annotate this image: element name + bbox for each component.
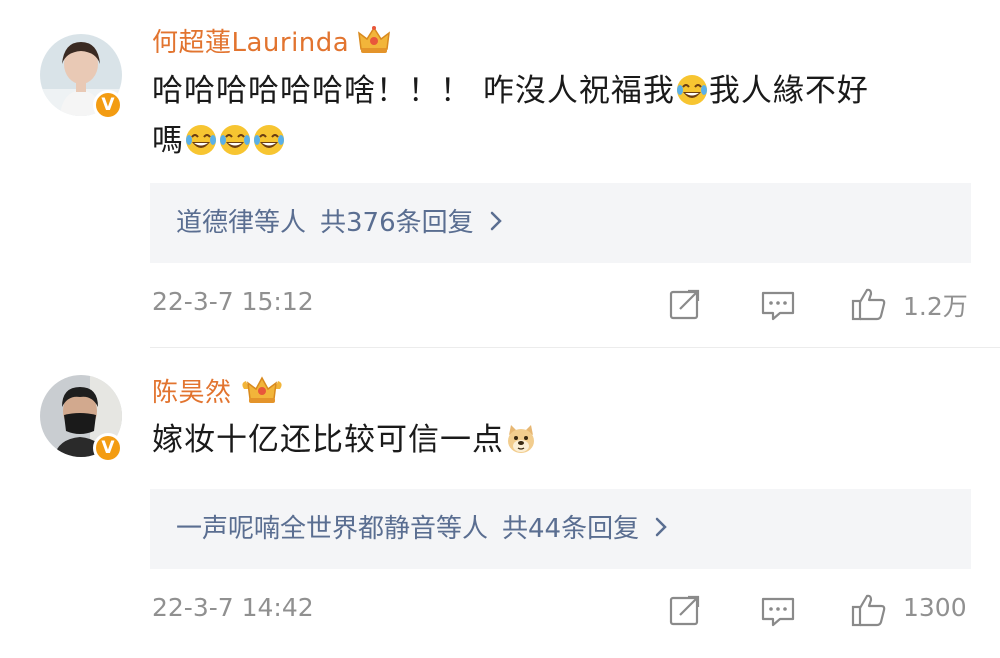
crown-badge-icon xyxy=(357,25,391,55)
divider xyxy=(150,347,1000,348)
laugh-cry-emoji xyxy=(676,71,708,105)
laugh-cry-emoji xyxy=(185,121,217,155)
comment-icon[interactable] xyxy=(760,595,796,633)
reply-count: 共44条回复 xyxy=(502,514,640,544)
reply-names: 一声呢喃全世界都静音等人 xyxy=(176,514,489,544)
like-icon[interactable] xyxy=(850,591,888,633)
replies-preview[interactable]: 一声呢喃全世界都静音等人 共44条回复 xyxy=(150,489,971,569)
comment-text: 嗎 xyxy=(152,123,184,159)
replies-preview[interactable]: 道德律等人 共376条回复 xyxy=(150,183,971,263)
comment-content: 哈哈哈哈哈哈啥！！！ 咋沒人祝福我 我人緣不好嗎 xyxy=(152,66,952,166)
laugh-cry-emoji xyxy=(253,121,285,155)
comment-text: 哈哈哈哈哈哈啥！！！ 咋沒人祝福我 xyxy=(152,73,675,109)
username[interactable]: 何超蓮Laurinda xyxy=(152,22,349,59)
like-count: 1.2万 xyxy=(903,292,968,321)
username[interactable]: 陈昊然 xyxy=(152,372,232,409)
comment-text: 我人緣不好 xyxy=(708,73,869,109)
doge-emoji xyxy=(505,420,537,453)
comment-content: 嫁妆十亿还比较可信一点 xyxy=(152,415,952,465)
share-icon[interactable] xyxy=(668,593,702,631)
reply-count: 共376条回复 xyxy=(320,208,474,238)
laugh-cry-emoji xyxy=(219,121,251,155)
comment-text: 嫁妆十亿还比较可信一点 xyxy=(152,422,504,458)
reply-names: 道德律等人 xyxy=(176,208,307,238)
verified-badge: V xyxy=(93,90,123,120)
crown-badge-icon xyxy=(240,375,284,405)
like-count: 1300 xyxy=(903,593,967,622)
chevron-right-icon xyxy=(655,489,667,569)
share-icon[interactable] xyxy=(668,287,702,325)
verified-badge: V xyxy=(93,433,123,463)
chevron-right-icon xyxy=(490,183,502,263)
comment-icon[interactable] xyxy=(760,289,796,327)
like-icon[interactable] xyxy=(850,285,888,327)
